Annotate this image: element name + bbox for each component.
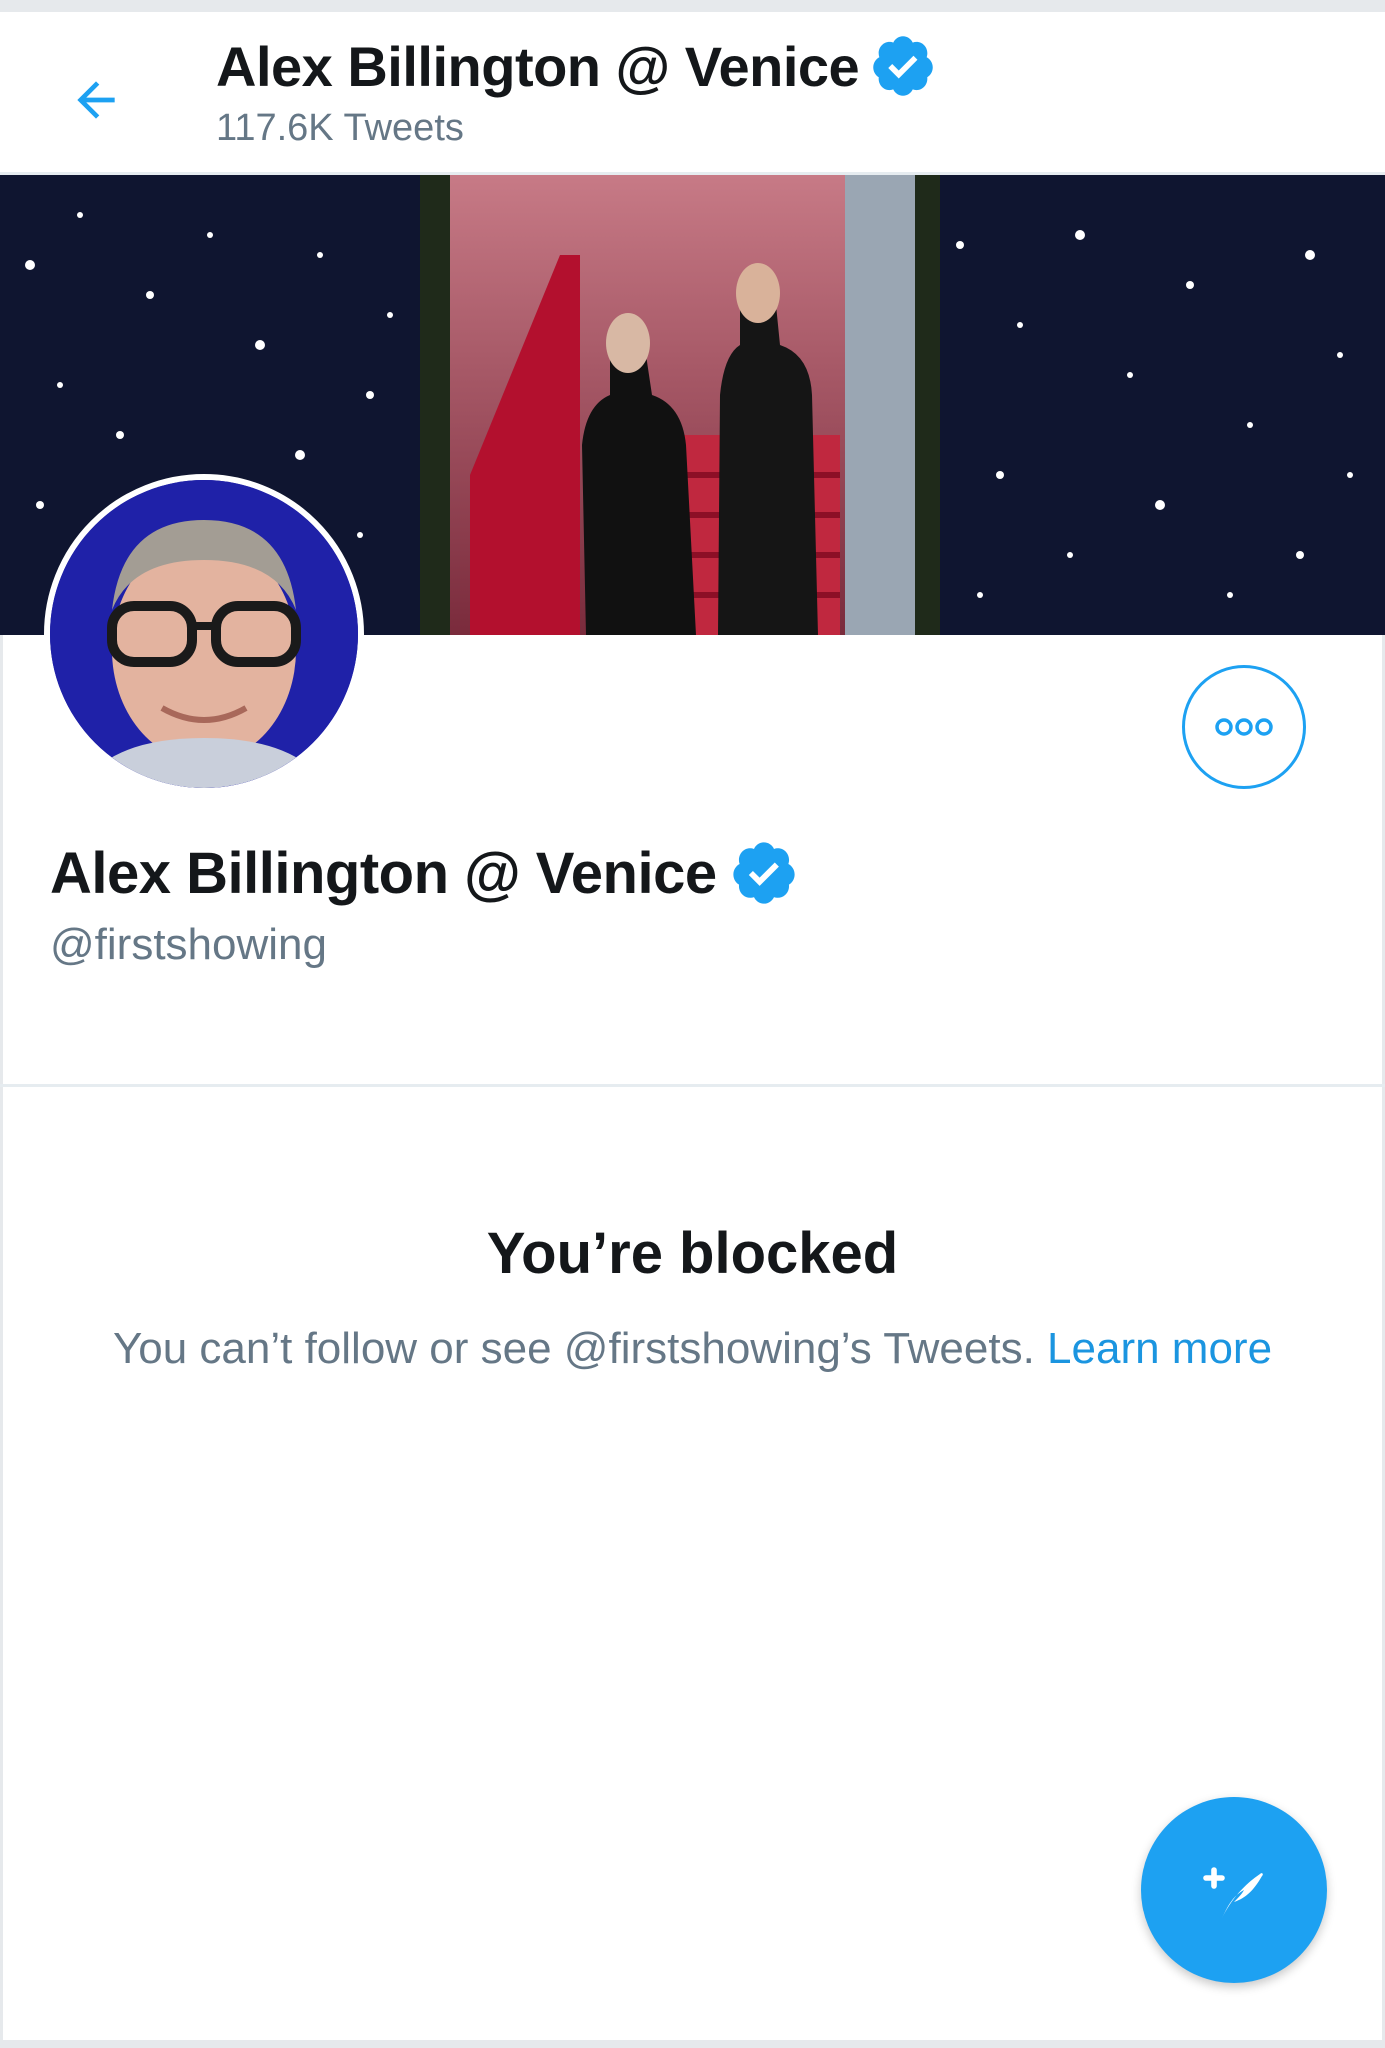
section-divider bbox=[0, 1084, 1385, 1087]
blocked-title: You’re blocked bbox=[486, 1221, 899, 1286]
bottom-edge bbox=[0, 2040, 1385, 2048]
tweet-count: 117.6K Tweets bbox=[216, 107, 464, 149]
verified-badge-icon bbox=[873, 36, 933, 96]
arrow-left-icon bbox=[77, 81, 115, 119]
more-options-icon bbox=[1215, 718, 1273, 736]
profile-header-bar: Alex Billington @ Venice 117.6K Tweets bbox=[0, 12, 1385, 175]
avatar-image bbox=[50, 480, 358, 788]
profile-handle: @firstshowing bbox=[50, 920, 327, 969]
learn-more-link[interactable]: Learn more bbox=[1047, 1324, 1272, 1373]
profile-name: Alex Billington @ Venice bbox=[50, 840, 717, 906]
back-button[interactable] bbox=[60, 64, 132, 136]
more-options-button[interactable] bbox=[1182, 665, 1306, 789]
header-title: Alex Billington @ Venice bbox=[216, 34, 860, 98]
blocked-message: You can’t follow or see @firstshowing’s … bbox=[110, 1318, 1275, 1380]
blocked-message-text: You can’t follow or see @firstshowing’s … bbox=[112, 1324, 1035, 1373]
compose-tweet-button[interactable] bbox=[1141, 1797, 1327, 1983]
verified-badge-icon bbox=[732, 842, 795, 904]
header-title-row: Alex Billington @ Venice bbox=[216, 32, 937, 100]
avatar[interactable] bbox=[44, 474, 364, 794]
profile-name-row: Alex Billington @ Venice bbox=[50, 838, 799, 908]
top-edge bbox=[0, 0, 1385, 12]
compose-tweet-icon bbox=[1203, 1867, 1263, 1918]
